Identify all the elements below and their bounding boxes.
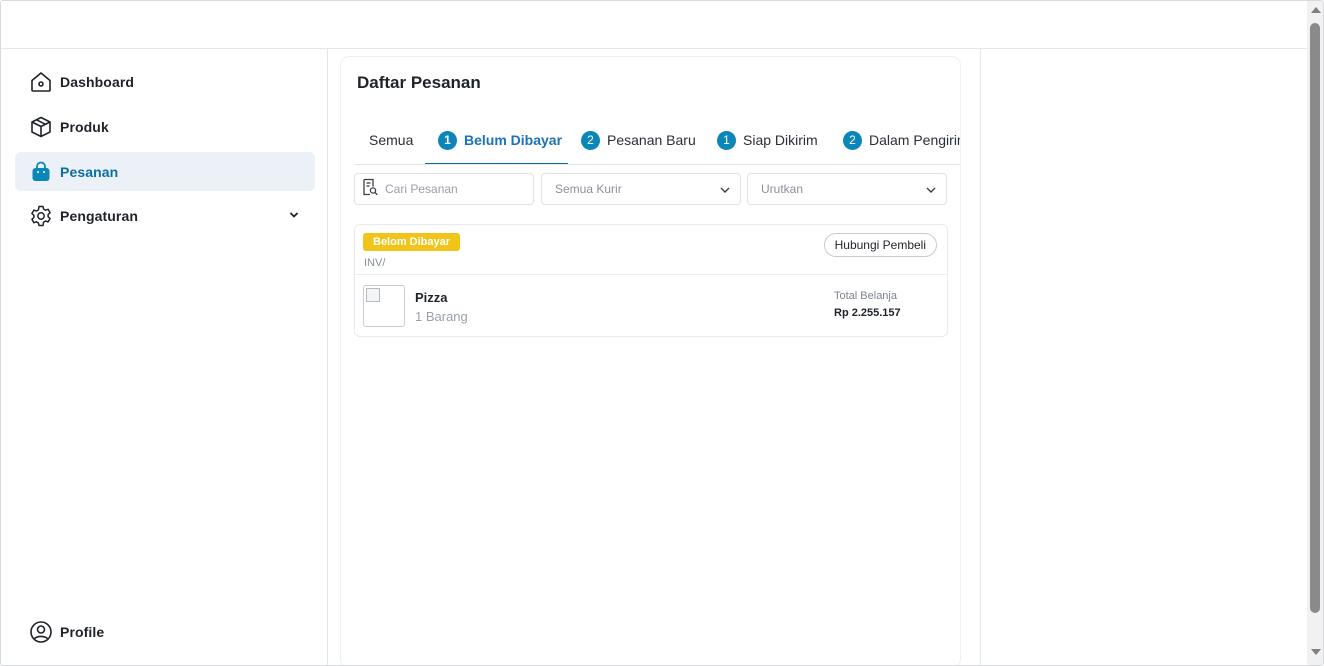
product-image [363, 285, 405, 327]
tab-pesanan-baru[interactable]: 2 Pesanan Baru [581, 115, 696, 164]
broken-image-icon [366, 288, 380, 302]
active-tab-indicator [425, 163, 568, 164]
contact-buyer-button[interactable]: Hubungi Pembeli [823, 233, 937, 257]
count-badge: 1 [717, 130, 736, 150]
count-badge: 2 [843, 130, 862, 150]
scroll-up-arrow-icon[interactable] [1311, 7, 1321, 13]
page-title: Daftar Pesanan [357, 73, 481, 92]
scrollbar-thumb[interactable] [1310, 23, 1320, 613]
chevron-down-icon [287, 208, 301, 222]
tab-belum-dibayar[interactable]: 1 Belum Dibayar [438, 115, 563, 164]
divider [355, 274, 947, 275]
sidebar-item-label: Pesanan [60, 163, 119, 180]
tab-label: Belum Dibayar [464, 132, 563, 148]
sidebar-item-pesanan[interactable]: Pesanan [15, 152, 315, 191]
tab-label: Semua [369, 132, 414, 148]
app-window: Dashboard Produk Pesanan Pengaturan Prof… [0, 0, 1324, 666]
sidebar-item-label: Profile [60, 623, 105, 640]
scrollbar[interactable] [1307, 1, 1323, 665]
sidebar-item-pengaturan[interactable]: Pengaturan [15, 196, 315, 235]
total-label: Total Belanja [834, 290, 897, 302]
status-badge: Belom Dibayar [363, 233, 461, 251]
shopping-bag-icon [29, 160, 53, 184]
search-placeholder: Cari Pesanan [385, 182, 458, 196]
product-name: Pizza [415, 290, 448, 305]
orders-panel: Daftar Pesanan Semua 1 Belum Dibayar 2 P… [341, 57, 960, 665]
right-panel [980, 49, 1307, 665]
sort-select-value: Urutkan [761, 182, 804, 196]
box-icon [29, 115, 53, 139]
sidebar-item-produk[interactable]: Produk [15, 107, 315, 146]
home-icon [29, 70, 53, 94]
sort-select[interactable]: Urutkan [747, 173, 947, 205]
sidebar-item-profile[interactable]: Profile [15, 612, 315, 651]
gear-icon [29, 204, 53, 228]
tab-label: Dalam Pengiriman [869, 132, 960, 148]
top-bar [1, 1, 1307, 49]
tab-label: Pesanan Baru [607, 132, 696, 148]
chevron-down-icon [925, 184, 937, 196]
chevron-down-icon [719, 184, 731, 196]
total-value: Rp 2.255.157 [834, 307, 901, 319]
product-quantity: 1 Barang [415, 309, 468, 324]
search-input[interactable]: Cari Pesanan [354, 173, 534, 205]
sidebar-item-dashboard[interactable]: Dashboard [15, 62, 315, 101]
courier-select-value: Semua Kurir [555, 182, 622, 196]
invoice-number: INV/ [364, 257, 386, 269]
user-circle-icon [29, 620, 53, 644]
tab-siap-dikirim[interactable]: 1 Siap Dikirim [717, 115, 818, 164]
order-tabs: Semua 1 Belum Dibayar 2 Pesanan Baru 1 S… [355, 115, 960, 165]
sidebar: Dashboard Produk Pesanan Pengaturan Prof… [1, 49, 328, 665]
courier-select[interactable]: Semua Kurir [541, 173, 741, 205]
tab-label: Siap Dikirim [743, 132, 818, 148]
sidebar-item-label: Produk [60, 118, 109, 135]
receipt-search-icon [361, 178, 379, 201]
sidebar-item-label: Pengaturan [60, 207, 139, 224]
filter-bar: Cari Pesanan Semua Kurir Urutkan [354, 173, 947, 205]
order-card[interactable]: Belom Dibayar INV/ Hubungi Pembeli Pizza… [354, 224, 948, 337]
count-badge: 2 [581, 130, 600, 150]
count-badge: 1 [438, 130, 457, 150]
scroll-down-arrow-icon[interactable] [1311, 649, 1321, 655]
sidebar-item-label: Dashboard [60, 73, 135, 90]
tab-semua[interactable]: Semua [369, 115, 414, 164]
tab-dalam-pengiriman[interactable]: 2 Dalam Pengiriman [843, 115, 960, 164]
